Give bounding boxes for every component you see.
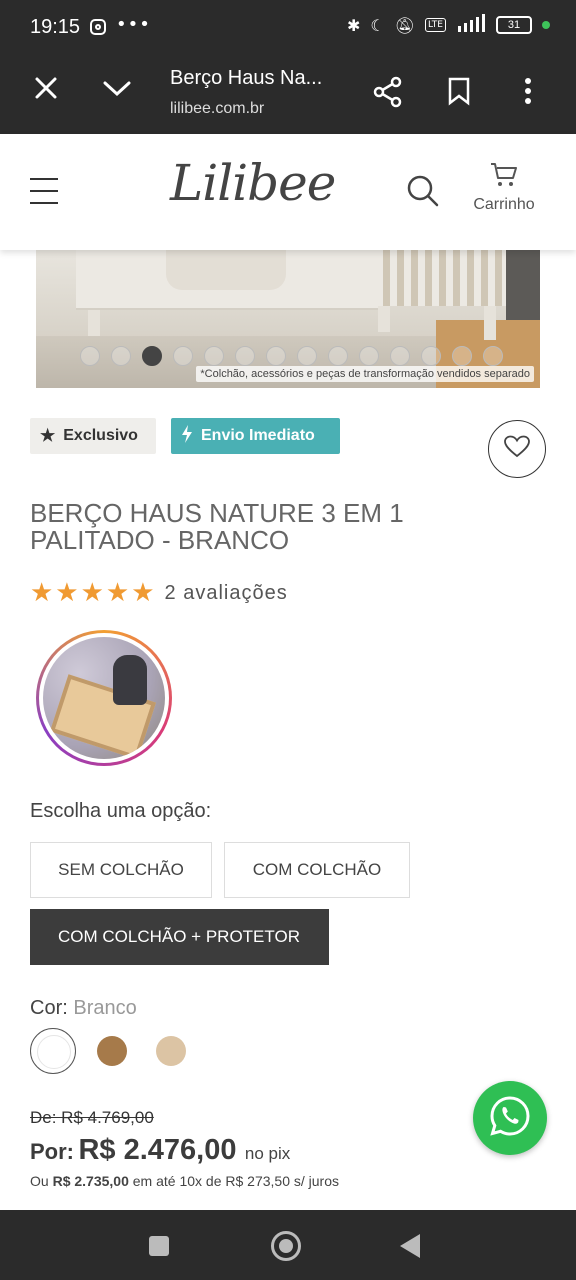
installments-text: Ou R$ 2.735,00 em até 10x de R$ 273,50 s… (30, 1173, 339, 1189)
hamburger-menu-icon[interactable] (30, 178, 58, 204)
share-icon[interactable] (372, 76, 404, 112)
back-icon[interactable] (400, 1234, 420, 1258)
pix-price: Por: R$ 2.476,00 no pix (30, 1134, 290, 1167)
product-video-story[interactable] (36, 630, 172, 766)
more-notifications-icon: ••• (116, 14, 151, 35)
carousel-dot[interactable] (297, 346, 317, 366)
exclusive-badge-label: Exclusivo (63, 427, 138, 444)
option-label: Escolha uma opção: (30, 800, 212, 822)
image-crib-leg (484, 306, 496, 340)
carousel-dot[interactable] (452, 346, 472, 366)
color-label: Cor: Branco (30, 997, 137, 1020)
star-icon: ★ (40, 426, 56, 445)
lightning-icon (181, 424, 193, 448)
color-swatch-beige[interactable] (156, 1036, 186, 1066)
site-logo[interactable]: Lilibee (170, 154, 336, 212)
status-time: 19:15 (30, 16, 81, 38)
whatsapp-button[interactable] (473, 1081, 547, 1155)
carousel-dot[interactable] (235, 346, 255, 366)
privacy-indicator-icon (542, 21, 550, 29)
carousel-dot[interactable] (111, 346, 131, 366)
bluetooth-icon: ✱ (346, 15, 361, 35)
site-header: Lilibee Carrinho (0, 134, 576, 250)
volte-icon: LTE (425, 18, 446, 32)
page-url[interactable]: lilibee.com.br (170, 100, 264, 118)
chevron-down-icon[interactable] (102, 78, 132, 102)
carousel-dot[interactable] (266, 346, 286, 366)
shipping-badge: Envio Imediato (171, 418, 340, 454)
image-crib-leg (88, 310, 100, 336)
option-sem-colchao[interactable]: SEM COLCHÃO (30, 842, 212, 898)
price-amount: R$ 2.476,00 (78, 1134, 237, 1166)
shipping-badge-label: Envio Imediato (201, 427, 315, 444)
exclusive-badge: ★ Exclusivo (30, 418, 156, 454)
cart-icon (490, 163, 518, 192)
installments-total: R$ 2.735,00 (52, 1173, 129, 1189)
old-price: De: R$ 4.769,00 (30, 1108, 154, 1127)
reviews-count[interactable]: 2 avaliações (165, 582, 288, 605)
bookmark-icon[interactable] (446, 76, 472, 110)
status-icons: ✱ ☾ 🔕︎ LTE 31 (347, 14, 550, 36)
image-crib-panel (166, 250, 286, 290)
carousel-dot[interactable] (204, 346, 224, 366)
price-por-label: Por: (30, 1139, 74, 1164)
option-com-colchao-protetor[interactable]: COM COLCHÃO + PROTETOR (30, 909, 329, 965)
installments-detail: em até 10x de R$ 273,50 s/ juros (132, 1173, 339, 1189)
carousel-dot[interactable] (421, 346, 441, 366)
kebab-menu-icon[interactable] (518, 76, 538, 110)
image-crib-leg (378, 306, 390, 332)
battery-icon: 31 (496, 16, 532, 34)
recents-icon[interactable] (149, 1236, 169, 1256)
carousel-dot[interactable] (328, 346, 348, 366)
image-disclaimer: *Colchão, acessórios e peças de transfor… (196, 366, 534, 382)
home-icon[interactable] (271, 1231, 301, 1261)
browser-toolbar: Berço Haus Na... lilibee.com.br (0, 56, 576, 134)
status-bar: 19:15 ••• ✱ ☾ 🔕︎ LTE 31 (0, 0, 576, 56)
color-swatch-white[interactable] (30, 1028, 76, 1074)
carousel-dot[interactable] (142, 346, 162, 366)
color-label-text: Cor: (30, 997, 68, 1019)
carousel-dot[interactable] (80, 346, 100, 366)
carousel-dot[interactable] (483, 346, 503, 366)
wishlist-button[interactable] (488, 420, 546, 478)
signal-icon (456, 14, 486, 36)
cart-button[interactable]: Carrinho (466, 162, 542, 214)
carousel-dot[interactable] (390, 346, 410, 366)
image-crib-rails (376, 250, 506, 306)
rating-stars-icon: ★★★★★ (30, 578, 157, 608)
do-not-disturb-moon-icon: ☾ (370, 15, 385, 35)
installments-prefix: Ou (30, 1173, 49, 1189)
product-image-carousel[interactable]: *Colchão, acessórios e peças de transfor… (36, 250, 540, 388)
mute-icon: 🔕︎ (394, 15, 416, 35)
color-selected-value: Branco (73, 997, 137, 1019)
instagram-notification-icon (90, 19, 106, 35)
search-icon[interactable] (406, 174, 440, 212)
color-swatch-brown[interactable] (97, 1036, 127, 1066)
whatsapp-icon (488, 1094, 532, 1142)
carousel-dot[interactable] (359, 346, 379, 366)
option-com-colchao[interactable]: COM COLCHÃO (224, 842, 410, 898)
heart-icon (504, 435, 530, 463)
close-tab-icon[interactable] (32, 74, 62, 104)
product-title: BERÇO HAUS NATURE 3 EM 1 PALITADO - BRAN… (30, 498, 404, 555)
page-title: Berço Haus Na... (170, 67, 323, 89)
price-pix-label: no pix (244, 1144, 291, 1163)
carousel-indicator (80, 346, 503, 366)
system-nav-bar (0, 1210, 576, 1280)
cart-label: Carrinho (473, 196, 535, 213)
product-rating[interactable]: ★★★★★ 2 avaliações (30, 578, 288, 608)
image-wall (506, 250, 540, 330)
carousel-dot[interactable] (173, 346, 193, 366)
story-thumbnail (43, 637, 165, 759)
